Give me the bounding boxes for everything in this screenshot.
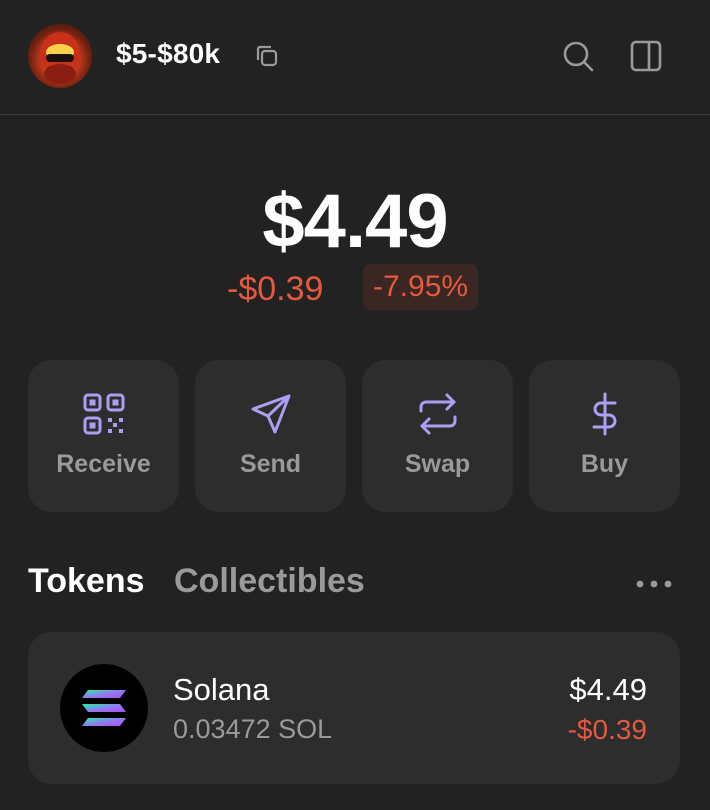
sidebar-panel-icon[interactable] <box>628 38 664 74</box>
token-value: $4.49 <box>569 672 647 707</box>
send-icon <box>249 392 293 436</box>
total-balance: $4.49 <box>262 179 448 264</box>
more-icon[interactable] <box>634 574 674 594</box>
receive-button[interactable]: Receive <box>28 360 179 512</box>
buy-button[interactable]: Buy <box>529 360 680 512</box>
action-buttons: Receive Send Swap Buy <box>28 360 680 512</box>
tab-tokens[interactable]: Tokens <box>28 562 145 601</box>
dollar-icon <box>583 392 627 436</box>
header: $5-$80k <box>0 0 710 115</box>
token-amount: 0.03472 SOL <box>173 714 333 744</box>
qr-code-icon <box>82 392 126 436</box>
account-name[interactable]: $5-$80k <box>116 38 220 70</box>
token-row[interactable]: Solana 0.03472 SOL $4.49 -$0.39 <box>28 632 680 784</box>
copy-icon[interactable] <box>253 42 281 70</box>
swap-label: Swap <box>404 450 471 478</box>
balance-change-amount: -$0.39 <box>227 270 324 308</box>
token-name: Solana <box>173 672 270 707</box>
solana-logo <box>60 664 148 752</box>
balance-change-percent-badge: -7.95% <box>363 264 479 310</box>
tab-collectibles[interactable]: Collectibles <box>174 562 365 601</box>
search-icon[interactable] <box>560 38 596 74</box>
send-label: Send <box>239 450 302 478</box>
asset-tabs: Tokens Collectibles <box>28 562 680 612</box>
swap-icon <box>416 392 460 436</box>
avatar[interactable] <box>28 24 92 88</box>
balance-change-row: -$0.39 -7.95% <box>0 264 710 312</box>
send-button[interactable]: Send <box>195 360 346 512</box>
swap-button[interactable]: Swap <box>362 360 513 512</box>
token-change: -$0.39 <box>567 714 647 745</box>
receive-label: Receive <box>56 450 151 478</box>
buy-label: Buy <box>580 450 629 478</box>
